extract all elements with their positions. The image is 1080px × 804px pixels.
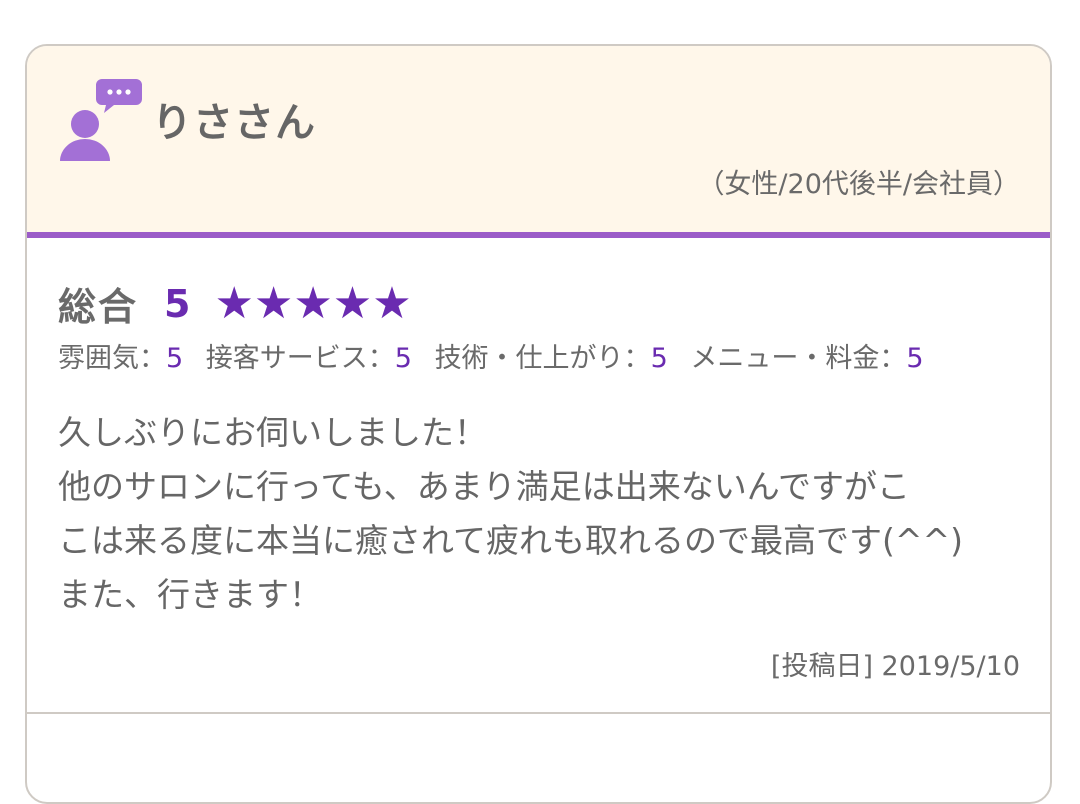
user-comment-icon	[60, 79, 142, 161]
review-line: また、行きます！	[58, 575, 322, 614]
rating-menu-price: メニュー・料金：5	[690, 343, 923, 374]
rating-label: 雰囲気：	[58, 343, 166, 374]
review-line: 他のサロンに行っても、あまり満足は出来ないんですがこ	[58, 467, 911, 506]
review-text: 久しぶりにお伺いしました！ 他のサロンに行っても、あまり満足は出来ないんですがこ…	[58, 406, 1018, 622]
rating-value: 5	[650, 343, 668, 374]
rating-value: 5	[394, 343, 412, 374]
rating-label: 接客サービス：	[205, 343, 395, 374]
review-line: こは来る度に本当に癒されて疲れも取れるので最高です(^^)	[58, 521, 964, 560]
rating-label: 技術・仕上がり：	[434, 343, 651, 374]
overall-rating: 総合 5 ★★★★★	[58, 276, 412, 331]
rating-value: 5	[906, 343, 924, 374]
rating-value: 5	[166, 343, 184, 374]
star-rating-icon: ★★★★★	[214, 277, 412, 329]
post-date: [投稿日] 2019/5/10	[770, 651, 1020, 682]
category-ratings: 雰囲気：5 接客サービス：5 技術・仕上がり：5 メニュー・料金：5	[58, 336, 938, 375]
review-card: りささん （女性/20代後半/会社員） 総合 5 ★★★★★ 雰囲気：5 接客サ…	[25, 44, 1052, 804]
reviewer-name: りささん	[152, 100, 316, 146]
overall-score: 5	[164, 281, 191, 326]
rating-atmosphere: 雰囲気：5	[58, 343, 183, 374]
rating-service: 接客サービス：5	[206, 343, 412, 374]
reviewer-profile: （女性/20代後半/会社員）	[697, 169, 1020, 200]
review-line: 久しぶりにお伺いしました！	[58, 413, 487, 452]
overall-label: 総合	[58, 285, 139, 329]
divider	[27, 712, 1050, 714]
review-header: りささん （女性/20代後半/会社員）	[27, 46, 1050, 238]
rating-technique: 技術・仕上がり：5	[435, 343, 668, 374]
rating-label: メニュー・料金：	[690, 343, 907, 374]
